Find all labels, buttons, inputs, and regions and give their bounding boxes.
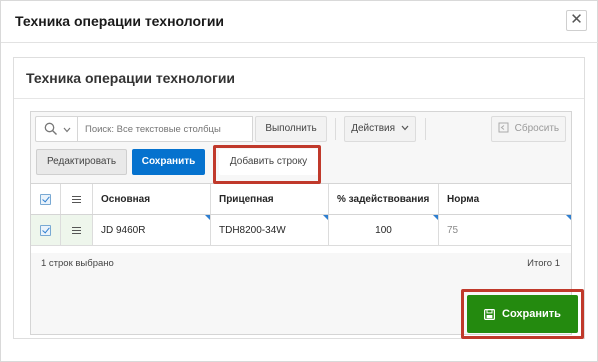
actions-label: Действия [351, 123, 396, 134]
highlight-footer-save [461, 289, 584, 339]
total-count: Итого 1 [527, 258, 560, 269]
dialog-divider [1, 42, 598, 43]
cell-norm-value: 75 [447, 224, 459, 236]
row-checkbox[interactable] [40, 224, 51, 236]
row-select-cell[interactable] [31, 215, 61, 245]
toolbar-divider [335, 118, 336, 140]
grid-header-row: Основная Прицепная % задействования Норм… [31, 184, 571, 215]
reset-label: Сбросить [514, 123, 560, 134]
col-header-norm[interactable]: Норма [439, 184, 571, 214]
execute-button[interactable]: Выполнить [255, 116, 327, 142]
cell-norm[interactable]: 75 [439, 215, 571, 245]
table-row[interactable]: JD 9460R TDH8200-34W 100 75 [31, 215, 571, 246]
select-all-checkbox[interactable] [40, 193, 51, 205]
col-header-percent[interactable]: % задействования [329, 184, 439, 214]
data-grid: Основная Прицепная % задействования Норм… [31, 183, 571, 253]
col-header-trailer[interactable]: Прицепная [211, 184, 329, 214]
col-header-main[interactable]: Основная [93, 184, 211, 214]
search-input[interactable] [77, 116, 253, 142]
dialog-title: Техника операции технологии [15, 13, 225, 29]
save-button[interactable]: Сохранить [132, 149, 205, 175]
highlight-add-row [213, 145, 321, 184]
changed-indicator [566, 215, 571, 220]
cell-percent-value: 100 [375, 224, 392, 236]
changed-indicator [205, 215, 210, 220]
select-all-cell[interactable] [31, 184, 61, 214]
actions-menu-button[interactable]: Действия [344, 116, 416, 142]
edit-button[interactable]: Редактировать [36, 149, 127, 175]
cell-main[interactable]: JD 9460R [93, 215, 211, 245]
reset-icon [498, 122, 509, 133]
row-menu-icon[interactable] [72, 226, 81, 234]
cell-main-value: JD 9460R [101, 224, 146, 236]
cell-trailer-value: TDH8200-34W [219, 224, 286, 236]
row-actions-header [61, 184, 93, 214]
row-actions-cell[interactable] [61, 215, 93, 245]
region-title: Техника операции технологии [26, 70, 236, 86]
changed-indicator [323, 215, 328, 220]
chevron-down-icon [401, 125, 409, 131]
region-divider [14, 98, 584, 99]
search-icon [44, 122, 57, 135]
toolbar-divider [425, 118, 426, 140]
reset-button[interactable]: Сбросить [491, 116, 566, 142]
cell-percent[interactable]: 100 [329, 215, 439, 245]
chevron-down-icon [63, 127, 71, 133]
close-icon[interactable]: ✕ [566, 10, 587, 31]
changed-indicator [433, 215, 438, 220]
dialog: Техника операции технологии ✕ Техника оп… [0, 0, 598, 362]
selected-count: 1 строк выбрано [41, 258, 114, 269]
menu-icon [72, 195, 81, 203]
search-column-selector[interactable] [35, 116, 78, 142]
cell-trailer[interactable]: TDH8200-34W [211, 215, 329, 245]
